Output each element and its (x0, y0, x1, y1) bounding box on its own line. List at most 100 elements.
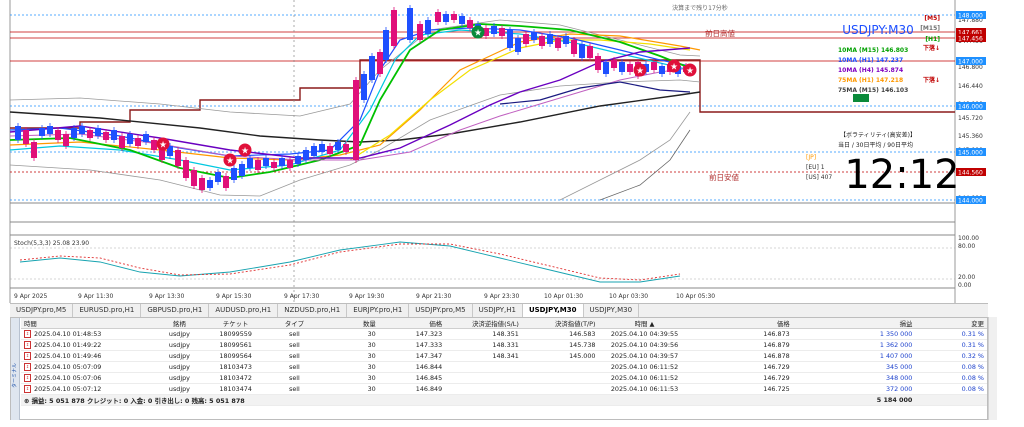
candle-body (55, 130, 61, 140)
star-marker-glyph: ★ (159, 141, 167, 151)
table-cell: 2025.04.10 06:11:52 (598, 372, 691, 384)
table-cell: 0.08 % (915, 361, 987, 373)
time-label: 9 Apr 13:30 (149, 293, 184, 300)
trend-tag: [M15] (920, 25, 940, 32)
terminal-scrollbar[interactable] (988, 317, 997, 420)
candle-body (595, 56, 601, 70)
table-cell (521, 361, 599, 373)
table-row[interactable]: ↕ 2025.04.10 01:49:22 usdjpy 18099561 sell 30… (21, 339, 987, 351)
summary-total: 5 184 000 (792, 394, 916, 406)
candle-body (369, 56, 375, 80)
chart-tab[interactable]: USDJPY,M30 (522, 304, 584, 317)
table-row[interactable]: ↕ 2025.04.10 01:48:53 usdjpy 18099559 sell 30… (21, 328, 987, 340)
chart-canvas[interactable]: ★ ★ ★ ★ ★ ★ ★ 決算まで残り17分秒前日高値前日安値 USDJPY:M30 10MA … (0, 0, 1024, 303)
column-header[interactable]: 決済指値(T/P) (521, 318, 599, 329)
trade-icon: ↕ (24, 330, 31, 338)
price-tag-text: 148.000 (958, 13, 983, 20)
summary-row: ⊕ 損益: 5 051 878 クレジット: 0 入金: 0 引き出し: 0 残… (21, 394, 987, 406)
candle-body (39, 128, 45, 136)
candle-body (425, 20, 431, 34)
candle-body (611, 60, 617, 68)
table-cell: 1 362 000 (792, 339, 916, 351)
chart-tabs-bar: USDJPY.pro,M5 EURUSD.pro,H1 GBPUSD.pro,H1 A… (10, 303, 988, 318)
stoch-scale-label: 80.00 (958, 243, 975, 250)
ma-label: 75MA (M15) 146.103 (838, 87, 908, 94)
candle-body (515, 38, 521, 52)
candle-body (111, 130, 117, 140)
table-cell: 147.347 (378, 350, 446, 362)
table-cell: 2025.04.10 06:11:53 (598, 383, 691, 395)
chart-tab[interactable]: USDJPY,H1 (473, 304, 523, 317)
table-cell: 0.08 % (915, 383, 987, 395)
chart-tab[interactable]: USDJPY,M30 (584, 304, 640, 317)
summary-values: 損益: 5 051 878 クレジット: 0 入金: 0 引き出し: 0 残高:… (31, 396, 245, 405)
chart-tab[interactable]: EURUSD.pro,H1 (73, 304, 142, 317)
column-header[interactable]: 数量 (322, 318, 379, 329)
trend-tag: 下落↓ (923, 44, 940, 52)
table-cell: 1 407 000 (792, 350, 916, 362)
chart-tab[interactable]: AUDUSD.pro,H1 (209, 304, 279, 317)
price-chart[interactable]: ★ ★ ★ ★ ★ ★ ★ 決算まで残り17分秒 前日高値 前日安値 USDJPY:M30 10MA … (0, 0, 1024, 303)
chart-tab[interactable]: USDJPY.pro,M5 (10, 304, 74, 317)
trade-history-table: 時間 銘柄 チケット タイプ 数量 価格 決済逆指値(S/L) 決済指値(T/P) 時間 ▲ 価格… (21, 318, 987, 406)
trend-tag: [H1] (925, 36, 940, 43)
column-header[interactable]: 時間 ▲ (598, 318, 691, 329)
table-cell (445, 361, 522, 373)
candle-body (579, 44, 585, 58)
chart-tab[interactable]: NZDUSD.pro,H1 (278, 304, 348, 317)
volatility-header: 【ボラティリティ(高安差)】 (840, 131, 916, 139)
table-cell: 2025.04.10 04:39:55 (598, 328, 691, 340)
table-row[interactable]: ↕ 2025.04.10 05:07:06 usdjpy 18103472 sell 30… (21, 372, 987, 384)
table-cell (521, 383, 599, 395)
volatility-sub: 当日 / 30日平均 / 90日平均 (838, 141, 913, 149)
table-cell: 30 (322, 350, 379, 362)
time-label: 9 Apr 19:30 (349, 293, 384, 300)
price-tag-text: 147.000 (958, 59, 983, 66)
candle-body (247, 158, 253, 168)
green-signal-box (853, 94, 869, 102)
clock-display: 12:12 (844, 152, 959, 198)
candle-body (15, 126, 21, 140)
candle-body (95, 128, 101, 136)
table-cell: 18103473 (204, 361, 267, 373)
table-cell: usdjpy (153, 361, 205, 373)
table-row[interactable]: ↕ 2025.04.10 05:07:12 usdjpy 18103474 sell 30… (21, 383, 987, 395)
ma-label: 75MA (H1) 147.218 (838, 77, 903, 84)
star-marker-glyph: ★ (686, 67, 694, 77)
table-row[interactable]: ↕ 2025.04.10 01:49:46 usdjpy 18099564 sell 30… (21, 350, 987, 362)
chart-tab[interactable]: USDJPY.pro,M5 (409, 304, 473, 317)
table-row[interactable]: ↕ 2025.04.10 05:07:09 usdjpy 18103473 sell 30… (21, 361, 987, 373)
table-cell: 18099564 (204, 350, 267, 362)
candle-body (207, 180, 213, 188)
price-tag-text: 144.560 (958, 170, 983, 177)
column-header[interactable]: 価格 (690, 318, 793, 329)
column-header[interactable]: タイプ (266, 318, 323, 329)
stoch-label: Stoch(5,3,3) 25.08 23.90 (14, 240, 89, 247)
table-cell: 146.879 (690, 339, 793, 351)
terminal-sidebar[interactable]: ターミナル (11, 318, 20, 420)
table-cell: 146.873 (690, 328, 793, 340)
candle-body (507, 30, 513, 48)
chart-tab[interactable]: EURJPY.pro,H1 (347, 304, 410, 317)
column-header[interactable]: 銘柄 (153, 318, 205, 329)
column-header[interactable]: 損益 (792, 318, 916, 329)
column-header[interactable]: チケット (204, 318, 267, 329)
time-label: 9 Apr 17:30 (284, 293, 319, 300)
chart-tab[interactable]: GBPUSD.pro,H1 (141, 304, 210, 317)
column-header[interactable]: 価格 (378, 318, 446, 329)
column-header[interactable]: 時間 (21, 318, 154, 329)
star-marker-glyph: ★ (670, 63, 678, 73)
table-cell: usdjpy (153, 328, 205, 340)
table-cell: 348 000 (792, 372, 916, 384)
table-cell: ↕ 2025.04.10 05:07:09 (21, 361, 154, 373)
summary-icon: ⊕ (24, 396, 30, 405)
price-tag-text: 146.000 (958, 104, 983, 111)
column-header[interactable]: 決済逆指値(S/L) (445, 318, 522, 329)
table-cell: 18099561 (204, 339, 267, 351)
candle-body (491, 26, 497, 34)
table-cell: 0.31 % (915, 339, 987, 351)
candle-body (451, 14, 457, 20)
time-label: 10 Apr 05:30 (676, 293, 715, 300)
candle-body (31, 142, 37, 158)
column-header[interactable]: 変更 (915, 318, 987, 329)
